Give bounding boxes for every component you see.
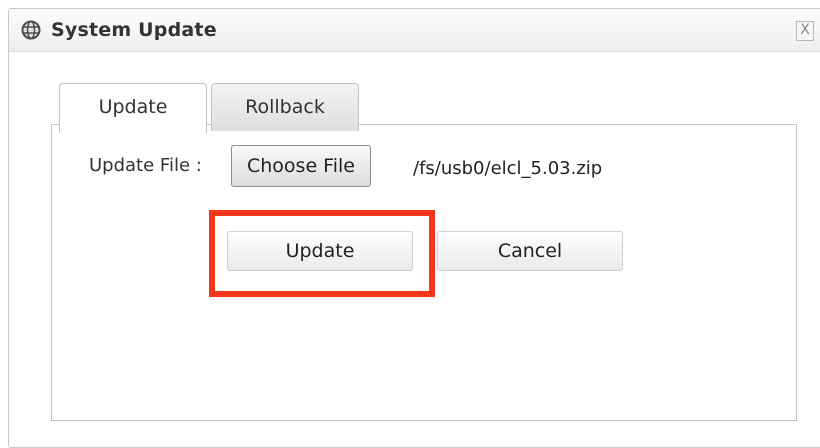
update-button-highlight [209,210,435,297]
close-icon: X [800,22,810,38]
update-globe-icon [21,20,41,40]
update-file-label: Update File : [89,155,202,176]
selected-file-path: /fs/usb0/elcl_5.03.zip [413,158,603,179]
dialog-titlebar: System Update X [9,9,820,52]
system-update-dialog: System Update X Update Rollback Update F… [8,8,820,448]
dialog-title: System Update [51,19,217,41]
cancel-button[interactable]: Cancel [437,231,623,271]
tab-rollback[interactable]: Rollback [211,83,359,131]
tab-update[interactable]: Update [59,83,207,133]
choose-file-button[interactable]: Choose File [231,145,371,187]
close-button[interactable]: X [796,21,814,41]
